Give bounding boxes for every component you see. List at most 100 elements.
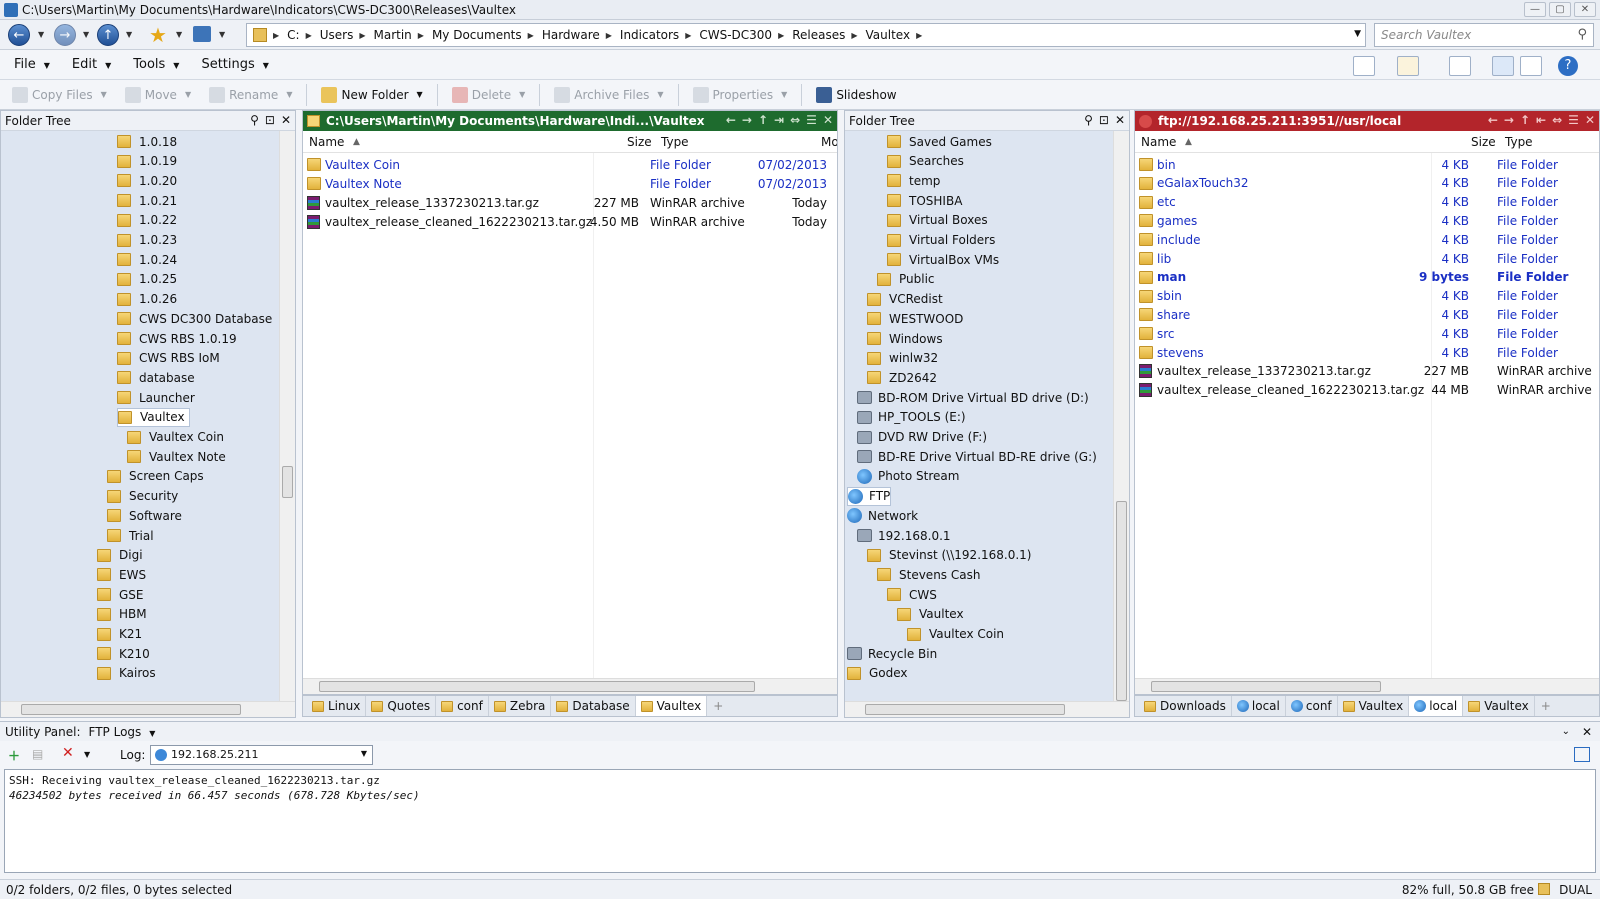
forward-icon[interactable]: →	[54, 24, 76, 46]
tree-item[interactable]: Photo Stream	[857, 467, 959, 486]
dock-icon[interactable]	[1574, 747, 1590, 762]
tree-item[interactable]: 1.0.25	[117, 270, 177, 289]
col-size[interactable]: Size	[1471, 135, 1496, 149]
address-dropdown-icon[interactable]: ▼	[1354, 29, 1361, 39]
tree-item[interactable]: Searches	[887, 152, 964, 171]
tree-item[interactable]: FTP	[847, 486, 892, 506]
tree-item[interactable]: Software	[107, 506, 182, 525]
pane-back-icon[interactable]: ←	[726, 113, 736, 127]
tree-item[interactable]: Vaultex	[897, 605, 964, 624]
folder-tab[interactable]: Vaultex	[1463, 696, 1535, 716]
help-icon[interactable]: ?	[1558, 56, 1578, 76]
file-row[interactable]: games 4 KB File Folder	[1139, 211, 1595, 230]
col-type[interactable]: Type	[661, 135, 689, 149]
rename-button[interactable]: Rename ▼	[205, 86, 296, 103]
tree-item[interactable]: Network	[847, 506, 918, 525]
tree-item[interactable]: ZD2642	[867, 368, 937, 387]
folder-tab[interactable]: Database	[551, 696, 636, 716]
file-row[interactable]: src 4 KB File Folder	[1139, 324, 1595, 343]
search-icon[interactable]: ⚲	[1577, 27, 1587, 42]
tree-item[interactable]: Vaultex Coin	[127, 428, 224, 447]
tree-item[interactable]: 1.0.22	[117, 211, 177, 230]
breadcrumb-my-documents[interactable]: My Documents	[432, 28, 522, 42]
utility-panel-select[interactable]: FTP Logs ▼	[89, 725, 156, 739]
tree-item[interactable]: TOSHIBA	[887, 191, 962, 210]
log-select[interactable]: 192.168.25.211 ▼	[150, 745, 373, 765]
file-row[interactable]: include 4 KB File Folder	[1139, 230, 1595, 249]
folder-tab[interactable]: Vaultex	[1338, 696, 1410, 716]
folder-tab[interactable]: Quotes	[366, 696, 437, 716]
col-size[interactable]: Size	[627, 135, 652, 149]
menu-tools[interactable]: Tools ▼	[133, 57, 179, 72]
tree-item[interactable]: 1.0.20	[117, 171, 177, 190]
pane-up-icon[interactable]: ↑	[1520, 113, 1530, 127]
tree-item[interactable]: BD-RE Drive Virtual BD-RE drive (G:)	[857, 447, 1097, 466]
tree-search-icon[interactable]: ⚲	[1084, 113, 1093, 127]
close-window-button[interactable]: ✕	[1574, 2, 1596, 17]
file-row[interactable]: sbin 4 KB File Folder	[1139, 287, 1595, 306]
tree-item[interactable]: Saved Games	[887, 132, 992, 151]
menu-settings[interactable]: Settings ▼	[201, 57, 268, 72]
tree-item[interactable]: Vaultex Coin	[907, 625, 1004, 644]
tree-item[interactable]: Vaultex	[117, 407, 190, 427]
new-folder-button[interactable]: New Folder ▼	[317, 86, 426, 103]
file-row[interactable]: man 9 bytes File Folder	[1139, 268, 1595, 287]
clear-log-icon[interactable]: ✕	[62, 745, 74, 761]
minimize-button[interactable]: —	[1524, 2, 1546, 17]
tree-item[interactable]: Stevens Cash	[877, 565, 980, 584]
file-row[interactable]: Vaultex Coin File Folder 07/02/2013	[307, 155, 833, 174]
tree-item[interactable]: DVD RW Drive (F:)	[857, 428, 987, 447]
folder-tab[interactable]: local	[1409, 696, 1464, 716]
pane-sync-icon[interactable]: ⇥	[774, 113, 784, 127]
back-icon[interactable]: ←	[8, 24, 30, 46]
collapse-icon[interactable]: ⌄	[1562, 726, 1570, 737]
breadcrumb-releases[interactable]: Releases	[792, 28, 845, 42]
add-log-icon[interactable]: ＋	[8, 747, 20, 764]
folder-tab[interactable]: local	[1232, 696, 1286, 716]
computer-dropdown-icon[interactable]: ▼	[219, 30, 225, 39]
folder-tab[interactable]: conf	[436, 696, 489, 716]
col-name[interactable]: Name	[309, 135, 344, 149]
pane-swap-icon[interactable]: ⇔	[790, 113, 800, 127]
tree-item[interactable]: K210	[97, 644, 150, 663]
file-row[interactable]: vaultex_release_1337230213.tar.gz 227 MB W…	[1139, 362, 1595, 381]
up-icon[interactable]: ↑	[97, 24, 119, 46]
tree-item[interactable]: VCRedist	[867, 290, 943, 309]
pane-back-icon[interactable]: ←	[1488, 113, 1498, 127]
tree-item[interactable]: BD-ROM Drive Virtual BD drive (D:)	[857, 388, 1089, 407]
tree-item[interactable]: VirtualBox VMs	[887, 250, 999, 269]
tree-item[interactable]: HP_TOOLS (E:)	[857, 408, 966, 427]
breadcrumb-vaultex[interactable]: Vaultex	[866, 28, 911, 42]
breadcrumb-martin[interactable]: Martin	[374, 28, 412, 42]
folder-tab[interactable]: Vaultex	[635, 696, 708, 716]
pane-close-icon[interactable]: ✕	[1585, 113, 1595, 127]
tree-item[interactable]: 1.0.19	[117, 152, 177, 171]
utility-close-icon[interactable]: ✕	[1582, 725, 1592, 739]
tree-item[interactable]: K21	[97, 625, 142, 644]
tree-item[interactable]: Digi	[97, 546, 143, 565]
file-row[interactable]: bin 4 KB File Folder	[1139, 155, 1595, 174]
tree-item[interactable]: winlw32	[867, 349, 938, 368]
col-type[interactable]: Type	[1505, 135, 1533, 149]
right-files-hscrollbar[interactable]	[1135, 678, 1599, 694]
file-row[interactable]: vaultex_release_1337230213.tar.gz 227 MB W…	[307, 193, 833, 212]
back-dropdown-icon[interactable]: ▼	[38, 30, 44, 39]
file-row[interactable]: vaultex_release_cleaned_1622230213.tar.g…	[1139, 381, 1595, 400]
preview-pane-icon[interactable]	[1520, 56, 1542, 76]
dual-pane-icon[interactable]	[1492, 56, 1514, 76]
folder-tab[interactable]: Downloads	[1139, 696, 1232, 716]
favorites-star-icon[interactable]: ★	[149, 23, 167, 47]
file-row[interactable]: lib 4 KB File Folder	[1139, 249, 1595, 268]
layout-icon[interactable]	[1449, 56, 1471, 76]
tree-item[interactable]: CWS	[887, 585, 937, 604]
tree-item[interactable]: Stevinst (\\192.168.0.1)	[867, 546, 1032, 565]
pane-forward-icon[interactable]: →	[742, 113, 752, 127]
tree-item[interactable]: CWS RBS IoM	[117, 349, 220, 368]
menu-file[interactable]: File ▼	[14, 57, 50, 72]
pane-sync-icon[interactable]: ⇤	[1536, 113, 1546, 127]
file-row[interactable]: Vaultex Note File Folder 07/02/2013	[307, 174, 833, 193]
tree-search-icon[interactable]: ⚲	[250, 113, 259, 127]
folder-tab[interactable]: Linux	[307, 696, 367, 716]
copy-log-icon[interactable]: ▤	[32, 747, 43, 761]
computer-icon[interactable]	[193, 26, 211, 42]
